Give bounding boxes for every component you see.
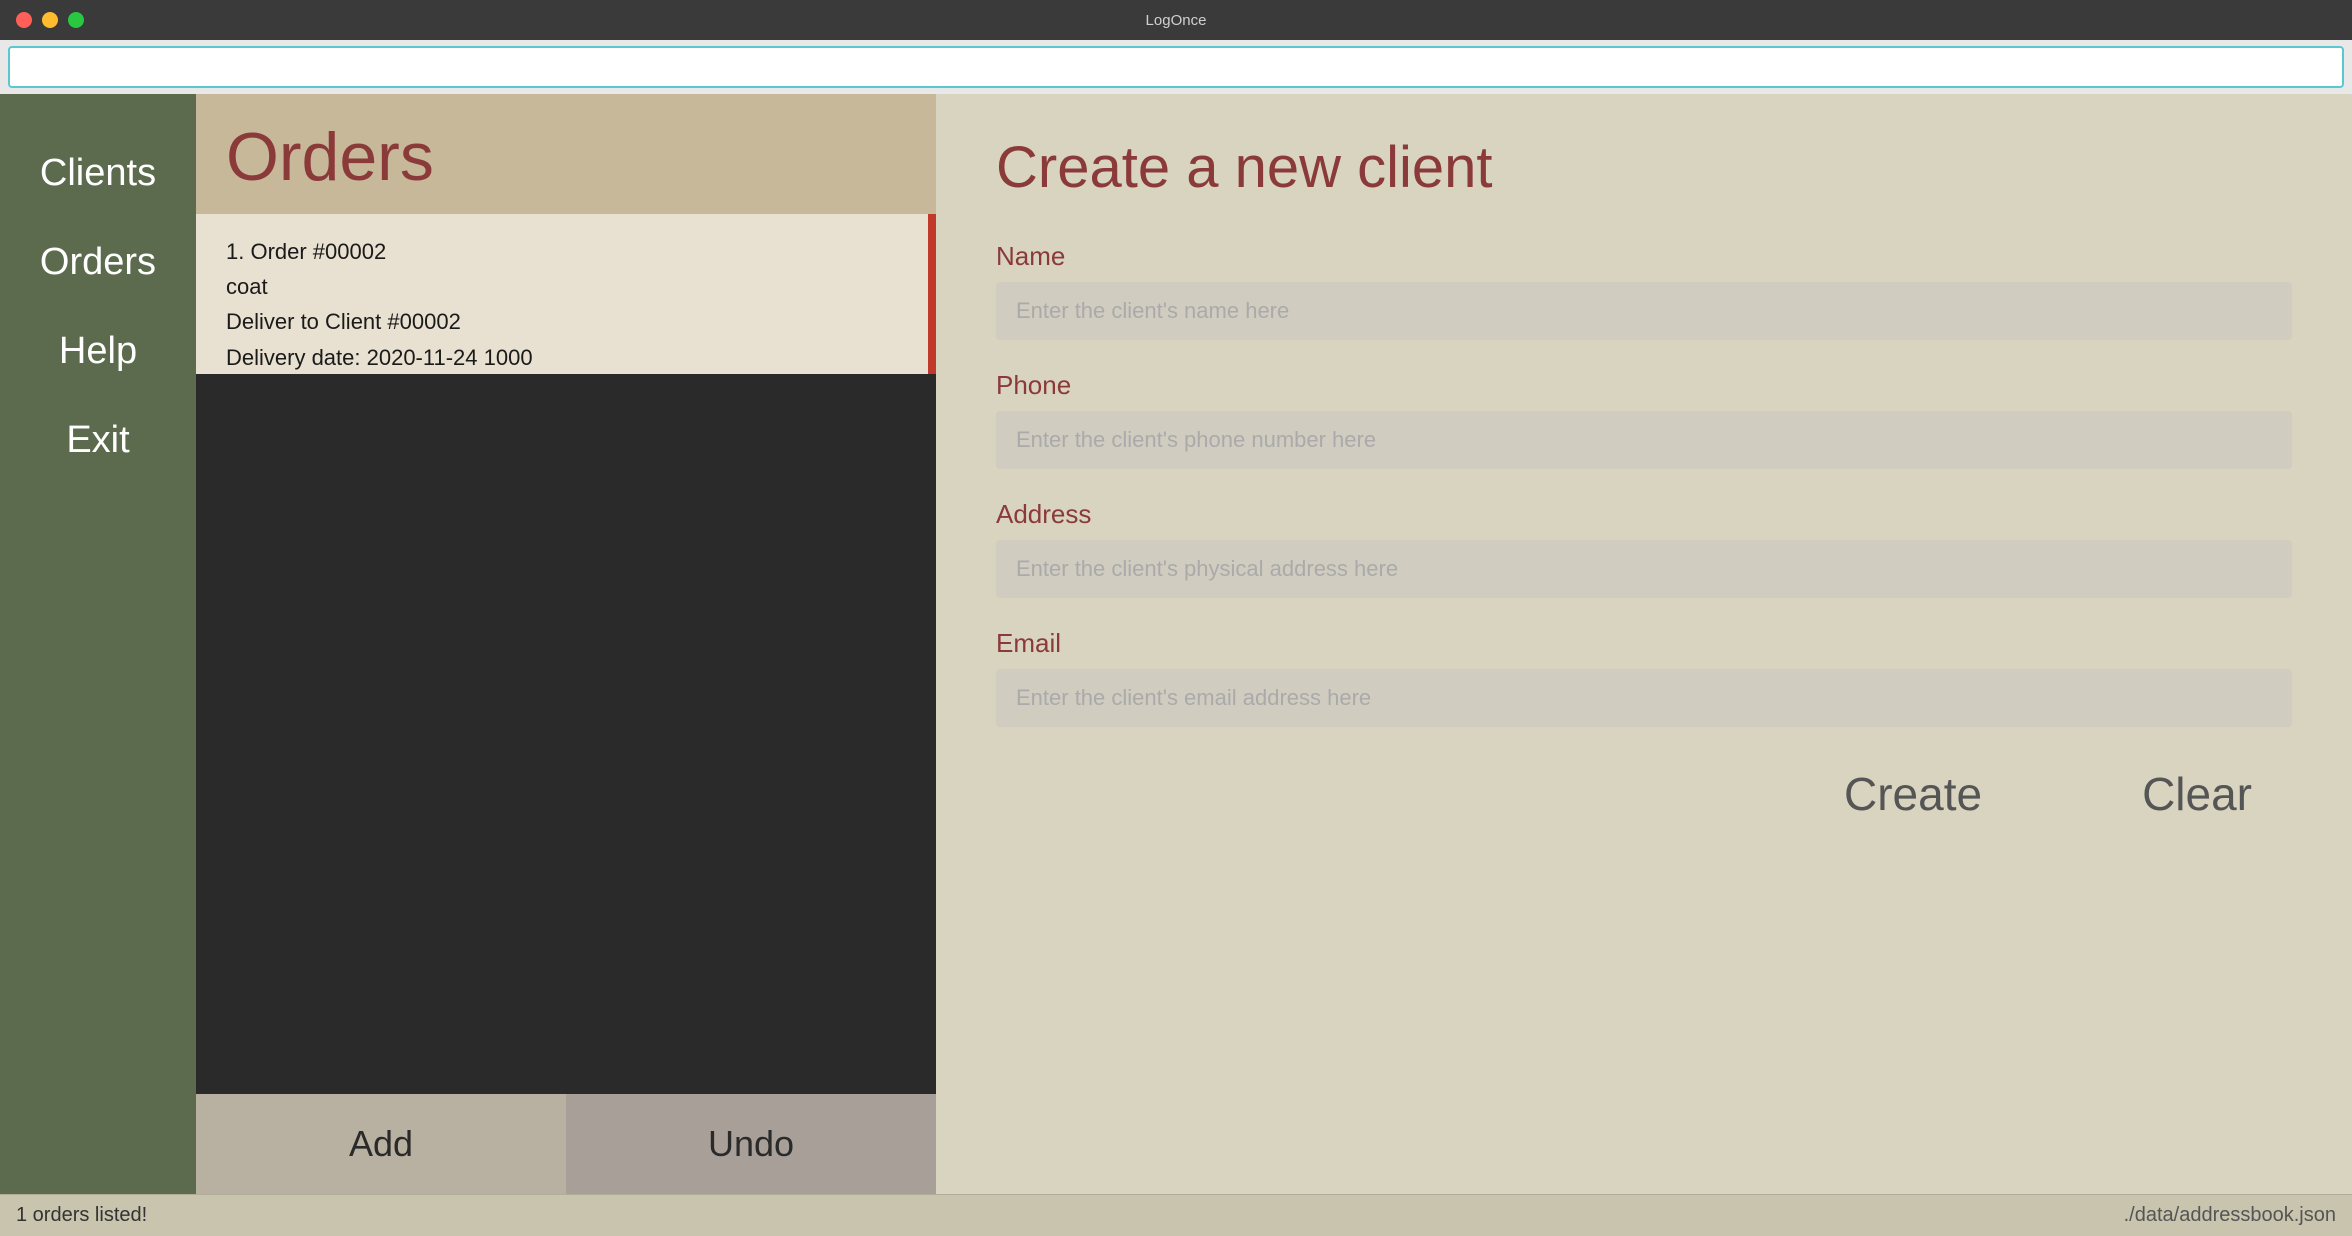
create-button[interactable]: Create (1844, 767, 1982, 821)
orders-count: 1 orders listed! (16, 1204, 147, 1227)
name-input[interactable] (996, 282, 2292, 340)
order-product: coat (226, 269, 898, 304)
orders-header: Orders (196, 94, 936, 214)
table-row: 1. Order #00002 coat Deliver to Client #… (226, 234, 898, 375)
name-field-group: Name (996, 241, 2292, 340)
phone-field-group: Phone (996, 370, 2292, 469)
address-label: Address (996, 499, 2292, 530)
close-button[interactable] (16, 12, 32, 28)
sidebar: Clients Orders Help Exit (0, 94, 196, 1194)
window-controls (16, 12, 84, 28)
email-label: Email (996, 628, 2292, 659)
undo-button[interactable]: Undo (566, 1094, 936, 1194)
orders-title: Orders (226, 118, 434, 196)
address-field-group: Address (996, 499, 2292, 598)
title-bar: LogOnce (0, 0, 2352, 40)
create-panel: Create a new client Name Phone Address E… (936, 94, 2352, 1194)
orders-panel: Orders 1. Order #00002 coat Deliver to C… (196, 94, 936, 1194)
email-field-group: Email (996, 628, 2292, 727)
sidebar-item-exit[interactable]: Exit (0, 401, 196, 480)
email-input[interactable] (996, 669, 2292, 727)
orders-list: 1. Order #00002 coat Deliver to Client #… (196, 214, 936, 374)
main-content: Clients Orders Help Exit Orders 1. Order… (0, 94, 2352, 1194)
sidebar-item-orders[interactable]: Orders (0, 223, 196, 302)
search-bar-container (0, 40, 2352, 94)
add-button[interactable]: Add (196, 1094, 566, 1194)
status-bar: 1 orders listed! ./data/addressbook.json (0, 1194, 2352, 1236)
phone-label: Phone (996, 370, 2292, 401)
orders-footer: Add Undo (196, 1094, 936, 1194)
clear-button[interactable]: Clear (2142, 767, 2252, 821)
create-panel-title: Create a new client (996, 134, 2292, 201)
phone-input[interactable] (996, 411, 2292, 469)
sidebar-item-help[interactable]: Help (0, 312, 196, 391)
order-delivery-date: Delivery date: 2020-11-24 1000 (226, 340, 898, 375)
order-number: 1. Order #00002 (226, 234, 898, 269)
name-label: Name (996, 241, 2292, 272)
file-path: ./data/addressbook.json (2124, 1204, 2336, 1227)
minimize-button[interactable] (42, 12, 58, 28)
order-deliver-to: Deliver to Client #00002 (226, 304, 898, 339)
orders-dark-area (196, 374, 936, 1094)
form-buttons: Create Clear (996, 767, 2292, 821)
app-title: LogOnce (1146, 12, 1207, 29)
search-input[interactable] (8, 46, 2344, 88)
address-input[interactable] (996, 540, 2292, 598)
sidebar-item-clients[interactable]: Clients (0, 134, 196, 213)
maximize-button[interactable] (68, 12, 84, 28)
